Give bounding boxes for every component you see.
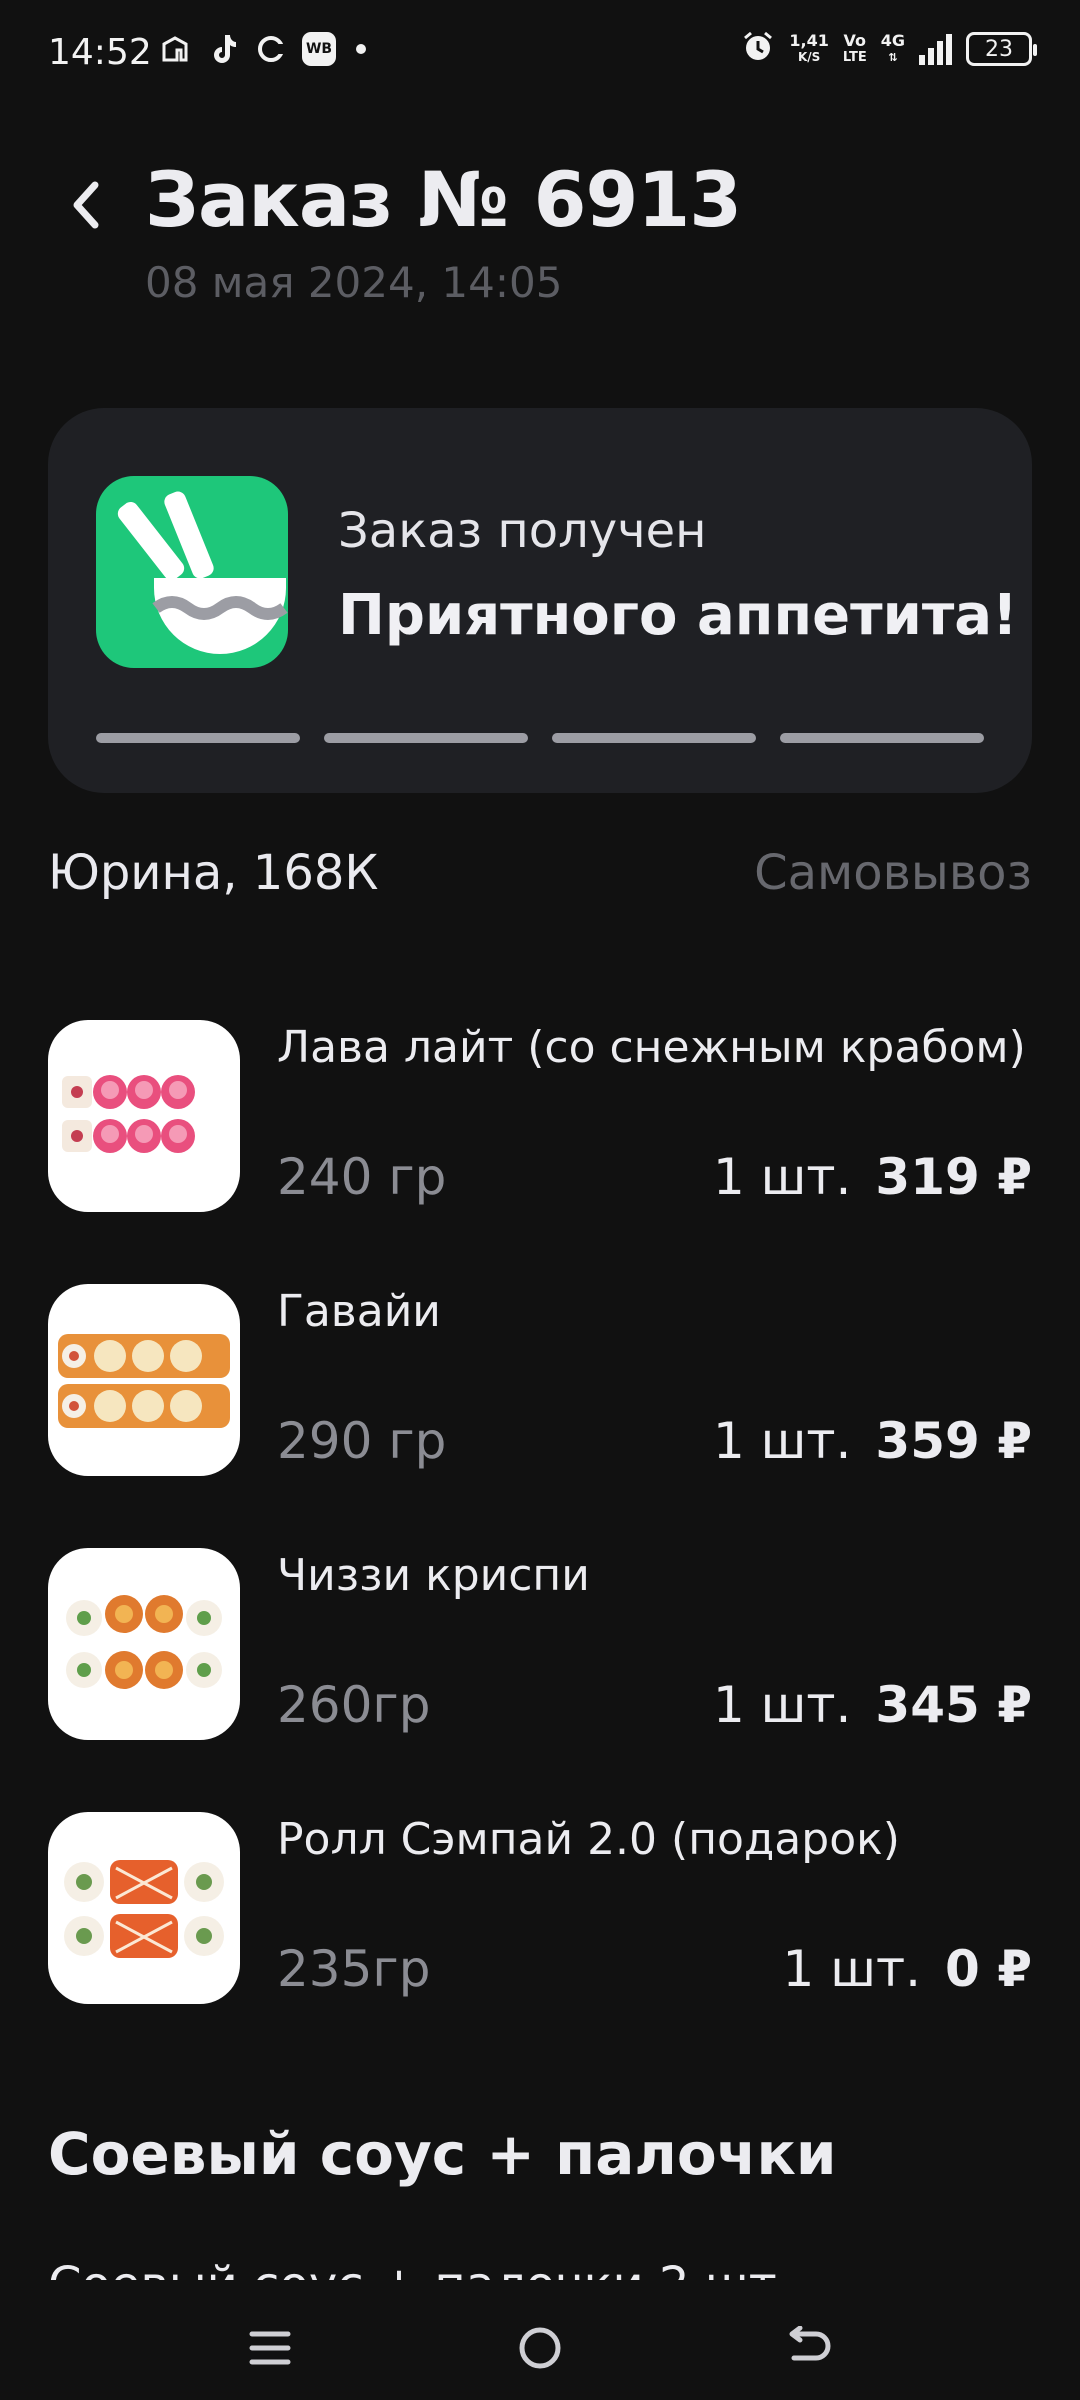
status-bar: 14:52 WB 1,41 K/S Vo LTE 4G ⇅ 23: [0, 0, 1080, 110]
product-image: [48, 1548, 240, 1740]
notification-icons: WB: [158, 32, 366, 66]
item-quantity-price: 1 шт. 319 ₽: [713, 1148, 1032, 1206]
order-items-list: Лава лайт (со снежным крабом) 240 гр 1 ш…: [48, 1020, 1032, 2076]
item-name: Ролл Сэмпай 2.0 (подарок): [277, 1814, 900, 1865]
item-qty: 1 шт.: [712, 1148, 852, 1206]
item-name: Лава лайт (со снежным крабом): [277, 1022, 1026, 1073]
item-quantity-price: 1 шт. 0 ₽: [783, 1940, 1032, 1998]
wb-icon: WB: [302, 32, 336, 66]
order-progress: [96, 733, 984, 743]
pickup-address: Юрина, 168К: [48, 845, 379, 901]
chevron-left-icon: [73, 181, 99, 229]
net-speed: 1,41 K/S: [789, 32, 828, 66]
list-item[interactable]: Ролл Сэмпай 2.0 (подарок) 235гр 1 шт. 0 ₽: [48, 1812, 1032, 2076]
progress-step: [324, 733, 528, 743]
product-image: [48, 1020, 240, 1212]
volte-top: Vo: [843, 31, 867, 50]
order-date: 08 мая 2024, 14:05: [145, 258, 563, 307]
network-type: 4G ⇅: [881, 32, 905, 66]
item-weight: 290 гр: [277, 1412, 447, 1470]
network-label: 4G: [880, 31, 905, 50]
delivery-method: Самовывоз: [754, 845, 1032, 901]
item-quantity-price: 1 шт. 345 ₽: [713, 1676, 1032, 1734]
back-button[interactable]: [60, 170, 110, 240]
signal-icon: [919, 33, 952, 65]
dot-icon: [356, 44, 366, 54]
product-image: [48, 1812, 240, 2004]
item-price: 319 ₽: [875, 1148, 1032, 1206]
item-name: Гавайи: [277, 1286, 441, 1337]
home-circle-icon[interactable]: [510, 2318, 570, 2378]
list-item[interactable]: Лава лайт (со снежным крабом) 240 гр 1 ш…: [48, 1020, 1032, 1284]
item-name: Чиззи криспи: [277, 1550, 590, 1601]
item-price: 345 ₽: [875, 1676, 1032, 1734]
item-qty: 1 шт.: [782, 1940, 921, 1998]
tiktok-icon: [206, 32, 240, 66]
item-quantity-price: 1 шт. 359 ₽: [713, 1412, 1032, 1470]
volte-indicator: Vo LTE: [843, 32, 867, 66]
alarm-icon: [741, 30, 775, 68]
item-weight: 260гр: [277, 1676, 431, 1734]
status-message: Приятного аппетита!: [338, 583, 1018, 648]
battery-icon: 23: [966, 32, 1037, 66]
item-price: 0 ₽: [945, 1940, 1032, 1998]
list-item[interactable]: Гавайи 290 гр 1 шт. 359 ₽: [48, 1284, 1032, 1548]
data-arrows-icon: ⇅: [888, 51, 898, 64]
status-time: 14:52: [48, 32, 152, 73]
cloud-icon: [254, 32, 288, 66]
progress-step: [552, 733, 756, 743]
system-nav-bar: [0, 2280, 1080, 2400]
net-speed-value: 1,41: [789, 31, 829, 50]
volte-bottom: LTE: [842, 50, 867, 65]
progress-step: [780, 733, 984, 743]
extras-title: Соевый соус + палочки: [48, 2120, 837, 2188]
back-arrow-icon[interactable]: [780, 2318, 840, 2378]
home-icon: [158, 32, 192, 66]
bowl-logo-icon: [96, 476, 288, 668]
item-weight: 235гр: [277, 1940, 431, 1998]
progress-step: [96, 733, 300, 743]
item-price: 359 ₽: [875, 1412, 1032, 1470]
battery-level: 23: [985, 36, 1013, 62]
item-qty: 1 шт.: [712, 1676, 852, 1734]
product-image: [48, 1284, 240, 1476]
status-subtitle: Заказ получен: [338, 503, 707, 559]
item-qty: 1 шт.: [712, 1412, 852, 1470]
system-icons: 1,41 K/S Vo LTE 4G ⇅ 23: [741, 30, 1037, 68]
page-title: Заказ № 6913: [145, 155, 742, 244]
list-item[interactable]: Чиззи криспи 260гр 1 шт. 345 ₽: [48, 1548, 1032, 1812]
menu-icon[interactable]: [240, 2318, 300, 2378]
order-status-card: Заказ получен Приятного аппетита!: [48, 408, 1032, 793]
extras-line: Соевый соус + палочки 2 шт.: [48, 2240, 792, 2280]
item-weight: 240 гр: [277, 1148, 447, 1206]
net-speed-unit: K/S: [797, 50, 821, 64]
